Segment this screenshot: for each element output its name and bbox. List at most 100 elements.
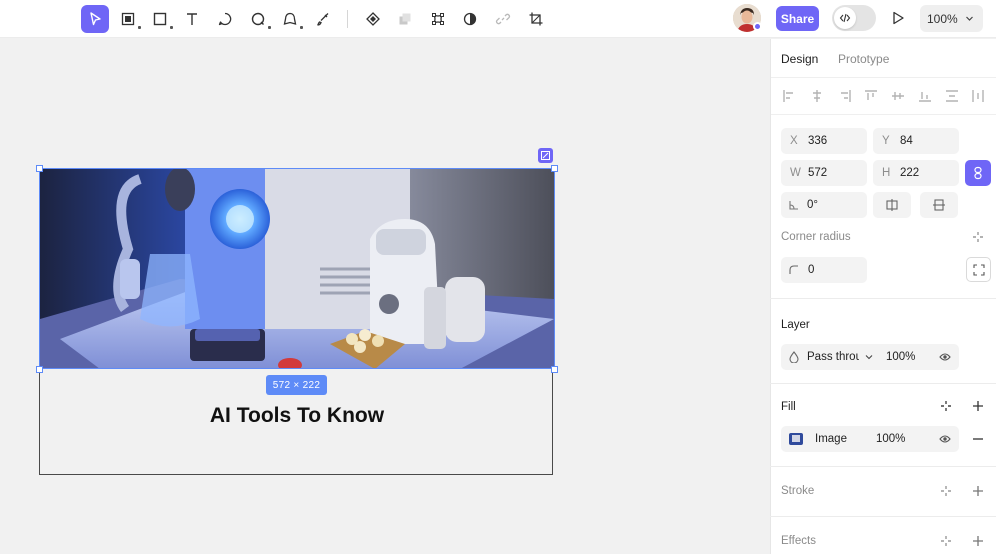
comment-tool-button[interactable] [211, 5, 239, 33]
align-right-icon[interactable] [838, 89, 852, 103]
corner-radius-label: Corner radius [781, 231, 851, 243]
expand-corners-icon [972, 263, 985, 276]
add-fill-button[interactable] [971, 399, 985, 413]
share-button[interactable]: Share [776, 6, 819, 31]
flip-horizontal-icon [886, 199, 898, 211]
x-position-field[interactable]: X 336 [781, 128, 867, 154]
link-tool-button[interactable] [489, 5, 517, 33]
design-canvas[interactable]: AI Tools To Know 572 × 222 [0, 39, 770, 554]
flip-horizontal-button[interactable] [873, 192, 911, 218]
fill-row[interactable]: Image 100% [781, 426, 959, 452]
top-toolbar: Share 100% [0, 0, 996, 38]
distribute-horizontal-icon[interactable] [971, 89, 985, 103]
image-fill-indicator[interactable] [538, 148, 553, 163]
plus-icon [973, 486, 983, 496]
y-label: Y [882, 135, 890, 147]
effects-styles-button[interactable] [939, 534, 953, 548]
align-horizontal-center-icon[interactable] [810, 89, 824, 103]
link-icon [974, 166, 982, 180]
rotation-icon [789, 201, 798, 210]
text-tool-button[interactable] [178, 5, 206, 33]
flip-vertical-button[interactable] [920, 192, 958, 218]
rectangle-tool-button[interactable] [146, 5, 174, 33]
frame-tool-button[interactable] [114, 5, 142, 33]
frame-icon [121, 12, 135, 26]
h-value: 222 [900, 167, 920, 179]
mask-icon [463, 12, 477, 26]
x-label: X [790, 135, 798, 147]
align-vertical-center-icon[interactable] [891, 89, 905, 103]
add-stroke-button[interactable] [971, 484, 985, 498]
layer-blend-field[interactable]: Pass throu 100% [781, 344, 959, 370]
frame-title-text[interactable]: AI Tools To Know [40, 404, 554, 428]
remove-fill-button[interactable] [971, 432, 985, 446]
distribute-vertical-icon[interactable] [945, 89, 959, 103]
corner-expand-button[interactable] [966, 257, 991, 282]
four-dots-icon [941, 486, 951, 496]
independent-corners-button[interactable] [971, 230, 985, 244]
panel-divider [770, 298, 996, 299]
plus-icon [973, 401, 983, 411]
vector-icon [432, 13, 444, 25]
resize-handle-bottom-left[interactable] [36, 366, 43, 373]
hero-image[interactable] [40, 169, 554, 369]
zoom-dropdown[interactable]: 100% [920, 5, 983, 32]
component-tool-button[interactable] [359, 5, 387, 33]
fill-styles-button[interactable] [939, 399, 953, 413]
align-left-icon[interactable] [782, 89, 796, 103]
align-top-icon[interactable] [864, 89, 878, 103]
ellipse-tool-button[interactable] [244, 5, 272, 33]
height-field[interactable]: H 222 [873, 160, 959, 186]
presence-indicator [753, 22, 762, 31]
tab-prototype[interactable]: Prototype [838, 52, 889, 66]
code-icon [839, 13, 851, 23]
mask-tool-button[interactable] [456, 5, 484, 33]
constrain-proportions-button[interactable] [965, 160, 991, 186]
y-position-field[interactable]: Y 84 [873, 128, 959, 154]
layer-section-title: Layer [781, 319, 810, 331]
panel-tabs: Design Prototype [771, 39, 996, 77]
dev-mode-toggle[interactable] [832, 5, 876, 31]
present-button[interactable] [886, 6, 910, 30]
fill-type-value: Image [815, 433, 847, 445]
corner-radius-value: 0 [808, 264, 815, 276]
align-bottom-icon[interactable] [918, 89, 932, 103]
corner-radius-icon [789, 265, 798, 274]
resize-handle-top-right[interactable] [551, 165, 558, 172]
chevron-down-icon [865, 355, 873, 360]
move-tool-button[interactable] [81, 5, 109, 33]
width-field[interactable]: W 572 [781, 160, 867, 186]
text-icon [187, 13, 197, 25]
layer-opacity-value: 100% [886, 351, 916, 363]
four-corners-icon [973, 232, 983, 242]
eye-icon[interactable] [939, 352, 951, 362]
play-icon [893, 11, 904, 25]
crop-icon [529, 12, 543, 26]
stroke-styles-button[interactable] [939, 484, 953, 498]
component-icon [366, 12, 380, 26]
shape-icon [283, 12, 297, 25]
image-icon [541, 151, 550, 160]
tab-design[interactable]: Design [781, 52, 818, 66]
boolean-tool-button[interactable] [391, 5, 419, 33]
shape-tool-button[interactable] [276, 5, 304, 33]
fill-opacity-value: 100% [876, 433, 906, 445]
vector-tool-button[interactable] [424, 5, 452, 33]
panel-divider [770, 383, 996, 384]
pen-icon [317, 13, 329, 26]
properties-panel: Design Prototype [770, 39, 996, 554]
pen-tool-button[interactable] [309, 5, 337, 33]
resize-handle-top-left[interactable] [36, 165, 43, 172]
corner-radius-field[interactable]: 0 [781, 257, 867, 283]
crop-tool-button[interactable] [522, 5, 550, 33]
resize-handle-bottom-right[interactable] [551, 366, 558, 373]
panel-divider [770, 516, 996, 517]
rotation-field[interactable]: 0° [781, 192, 867, 218]
fill-section-title: Fill [781, 401, 796, 413]
dropdown-dot [268, 26, 271, 29]
rotation-value: 0° [807, 199, 818, 211]
eye-icon[interactable] [939, 434, 951, 444]
ai-tools-illustration [40, 169, 554, 369]
add-effect-button[interactable] [971, 534, 985, 548]
ellipse-icon [251, 12, 265, 26]
